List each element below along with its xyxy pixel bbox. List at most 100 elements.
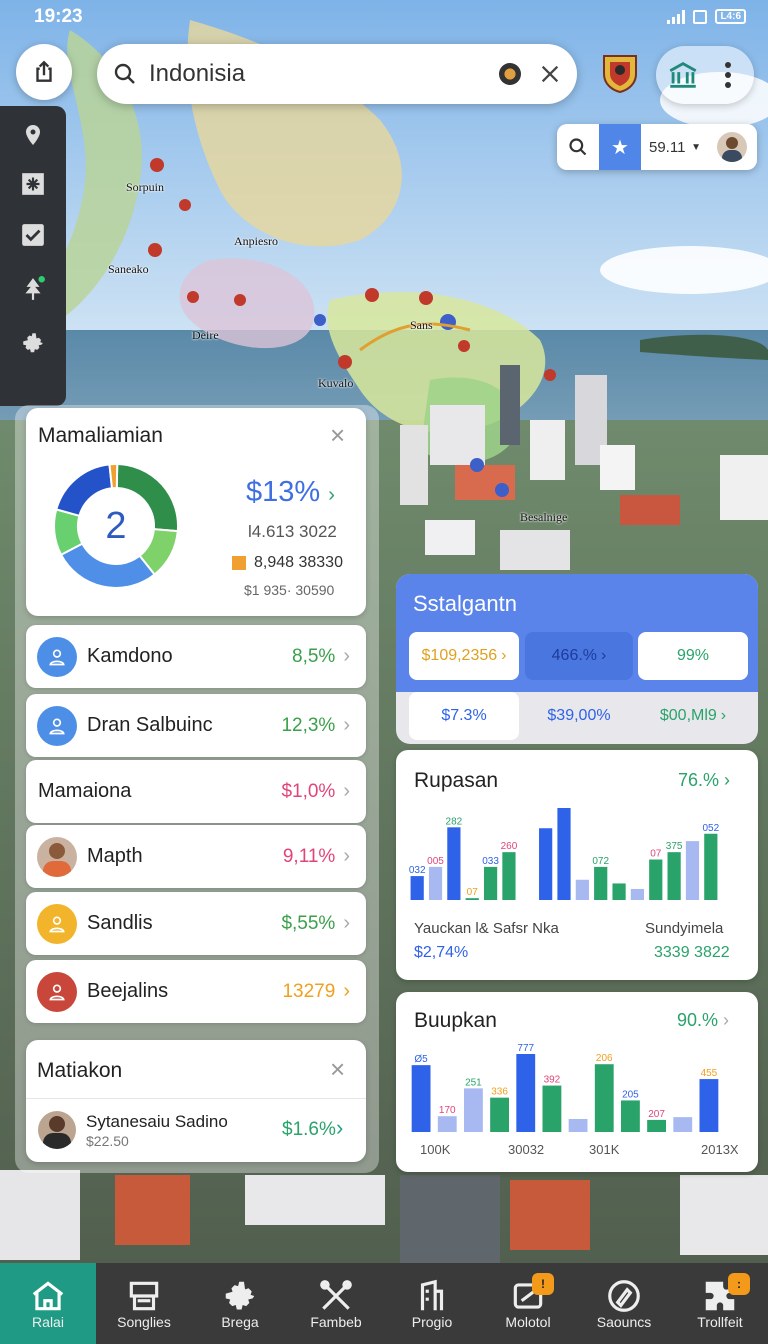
notification-badge: ! (532, 1273, 554, 1295)
list-item[interactable]: Beejalins 13279 › (26, 960, 366, 1023)
bar (667, 852, 681, 900)
chart-title: Buupkan (414, 1009, 497, 1032)
matiakon-card: Matiakon × Sytanesaiu Sadino $22.50 $1.6… (26, 1040, 366, 1162)
chart-percent: 90.% › (677, 1010, 729, 1031)
avatar (37, 636, 77, 677)
list-item[interactable]: Sandlis $,55% › (26, 892, 366, 955)
stat-box[interactable]: 99% (638, 632, 748, 680)
share-button[interactable] (16, 44, 72, 100)
rail-location-button[interactable] (18, 120, 48, 150)
avatar[interactable] (717, 132, 747, 162)
nav-label: Fambeb (310, 1314, 362, 1330)
bar (568, 1119, 588, 1132)
list-item-name: Mapth (87, 845, 143, 867)
nav-trollfeit[interactable]: : Trollfeit (672, 1263, 768, 1344)
chevron-right-icon: › (343, 645, 350, 667)
list-item[interactable]: Dran Salbuinc 12,3% › (26, 694, 366, 757)
status-icons: L4:6 (667, 9, 746, 24)
nav-home[interactable]: Ralai (0, 1263, 96, 1344)
bar-label: 260 (501, 841, 518, 852)
list-item[interactable]: Kamdono 8,5% › (26, 625, 366, 688)
bar (410, 876, 424, 900)
search-input[interactable] (149, 60, 499, 88)
x-axis-label: 30032 (508, 1142, 545, 1157)
notification-badge: : (728, 1273, 750, 1295)
x-axis-label: 100K (420, 1142, 451, 1157)
x-axis-label: 301K (589, 1142, 620, 1157)
bar-label: 072 (592, 856, 609, 867)
map-label[interactable]: Anpiesro (234, 234, 278, 249)
more-menu-icon[interactable] (724, 61, 732, 89)
summary-percent: $13% › (246, 476, 335, 509)
nav-progio[interactable]: Progio (384, 1263, 480, 1344)
bar (699, 1079, 719, 1132)
gear-icon (23, 333, 43, 353)
bar (575, 879, 589, 900)
bar (685, 841, 700, 900)
person-row[interactable]: Sytanesaiu Sadino $22.50 $1.6% › (26, 1098, 366, 1162)
search-bar[interactable] (97, 44, 577, 104)
list-item[interactable]: Mamaiona $1,0% › (26, 760, 366, 823)
nav-songlies[interactable]: Songlies (96, 1263, 192, 1344)
close-icon[interactable]: × (330, 1056, 345, 1082)
stat-box[interactable]: $39,00% (525, 692, 633, 740)
list-item[interactable]: Mapth 9,11% › (26, 825, 366, 888)
stat-value: 99% (676, 647, 710, 664)
bar (516, 1054, 536, 1132)
clear-search-icon[interactable] (539, 63, 561, 85)
map-label[interactable]: Saneako (108, 262, 149, 277)
map-label[interactable]: Sorpuin (126, 180, 164, 195)
chevron-right-icon: › (343, 980, 350, 1002)
bar-label: 455 (701, 1068, 718, 1079)
nav-molotol[interactable]: ! Molotol (480, 1263, 576, 1344)
map-label[interactable]: Kuvalo (318, 376, 353, 391)
home-menu-pill[interactable] (656, 46, 754, 104)
dropdown-caret-icon[interactable]: ▼ (691, 142, 701, 153)
chart-footer-right-value: 3339 3822 (654, 944, 730, 961)
nav-label: Ralai (32, 1314, 64, 1330)
bar-label: 282 (446, 816, 463, 827)
chart-card-buupkan: Buupkan 90.% › Ø5 170 251 336 777 392 206 205 20… (396, 992, 758, 1172)
left-tool-rail (0, 106, 66, 406)
person-name: Sytanesaiu Sadino (86, 1112, 228, 1131)
chart-title: Rupasan (414, 769, 499, 792)
mini-search-button[interactable] (557, 124, 599, 170)
stat-value: 466.% (551, 647, 598, 664)
rail-layers-button[interactable] (18, 169, 48, 199)
bar (647, 1119, 667, 1132)
rail-check-button[interactable] (18, 220, 48, 250)
close-icon[interactable]: × (330, 422, 345, 448)
nav-brega[interactable]: Brega (192, 1263, 288, 1344)
mini-toolbar-value: 59.11 (649, 138, 686, 156)
favorite-button[interactable]: ★ (599, 124, 641, 170)
chart-footer-left: Yauckan l& Safsr Nka (414, 920, 559, 937)
stat-box[interactable]: $109,2356 › (409, 632, 519, 680)
donut-center-value: 2 (105, 504, 127, 547)
nav-label: Molotol (505, 1314, 551, 1330)
stat-box[interactable]: $7.3% (409, 692, 519, 740)
rail-settings-button[interactable] (18, 328, 48, 358)
bar (630, 888, 645, 900)
nav-saouncs[interactable]: Saouncs (576, 1263, 672, 1344)
star-icon: ★ (611, 136, 629, 159)
cog-icon (225, 1281, 255, 1310)
avatar (37, 705, 77, 746)
summary-card: Mamaliamian × 2 $13% › l4.613 3022 8,948… (26, 408, 366, 616)
map-label[interactable]: Besalnige (520, 510, 567, 525)
bar (539, 828, 553, 900)
bar (594, 1064, 614, 1132)
bar (704, 833, 718, 900)
avatar (37, 836, 77, 877)
museum-icon[interactable] (666, 58, 700, 92)
bar (490, 1097, 510, 1132)
nav-fambeb[interactable]: Fambeb (288, 1263, 384, 1344)
bar (542, 1085, 562, 1132)
map-label[interactable]: Sans (410, 318, 433, 333)
rail-tree-button[interactable] (18, 274, 48, 304)
avatar (38, 1111, 76, 1149)
stat-box[interactable]: 466.% › (525, 632, 633, 680)
map-label[interactable]: Deire (192, 328, 219, 343)
bar-label: 052 (702, 823, 719, 834)
stat-box[interactable]: $00,Ml9 › (638, 692, 748, 740)
bar-label: 206 (596, 1053, 613, 1064)
